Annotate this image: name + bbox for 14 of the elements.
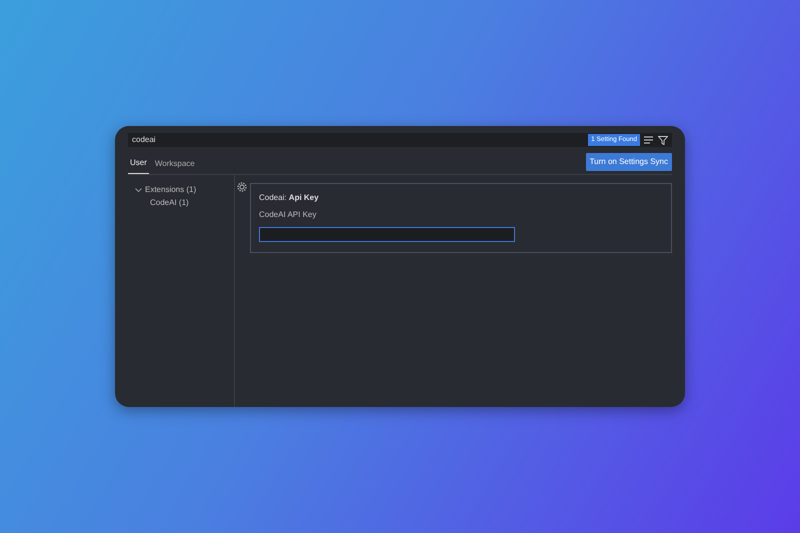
list-icon[interactable]: [644, 136, 654, 144]
setting-title: Codeai: Api Key: [259, 192, 320, 204]
tab[interactable]: User: [128, 155, 149, 174]
gear-icon[interactable]: [237, 182, 247, 192]
setting-description: CodeAI API Key: [259, 209, 318, 221]
tree-item[interactable]: Extensions (1): [128, 183, 234, 196]
filter-icon[interactable]: [658, 136, 668, 144]
tree-label: Extensions (1): [145, 184, 196, 196]
tree-item[interactable]: CodeAI (1): [128, 196, 234, 209]
chevron-icon[interactable]: [135, 186, 142, 192]
tab[interactable]: Workspace: [152, 155, 197, 174]
settings-sync-button[interactable]: Turn on Settings Sync: [586, 153, 672, 171]
api-key-field[interactable]: [259, 227, 515, 242]
search-input[interactable]: codeai: [132, 134, 588, 146]
